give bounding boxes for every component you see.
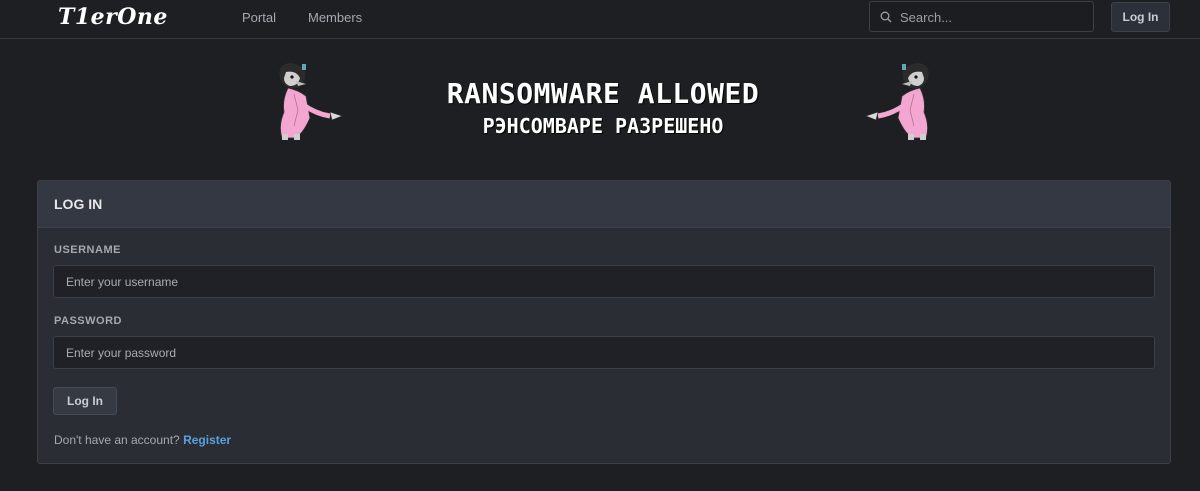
- username-field[interactable]: [53, 265, 1155, 298]
- search-box[interactable]: [869, 1, 1094, 33]
- register-prompt-row: Don't have an account? Register: [54, 433, 231, 447]
- login-panel-header: LOG IN: [38, 181, 1170, 228]
- header-login-button[interactable]: Log In: [1111, 2, 1170, 32]
- nav-link-portal[interactable]: Portal: [242, 10, 276, 25]
- register-prompt-text: Don't have an account?: [54, 433, 180, 447]
- password-label: PASSWORD: [54, 315, 122, 327]
- search-icon: [880, 11, 892, 23]
- login-panel-title: LOG IN: [54, 196, 103, 212]
- login-submit-button[interactable]: Log In: [53, 387, 117, 415]
- login-panel: LOG IN USERNAME PASSWORD Log In Don't ha…: [37, 180, 1171, 464]
- password-field[interactable]: [53, 336, 1155, 369]
- register-link[interactable]: Register: [183, 433, 231, 447]
- banner-subtitle: РЭНСОМВАРЕ РАЗРЕШЕНО: [482, 114, 724, 138]
- banner-title: RANSOMWARE ALLOWED: [446, 77, 760, 110]
- site-logo[interactable]: T1erOne: [58, 4, 168, 30]
- top-navbar: T1erOne Portal Members Log In: [0, 0, 1200, 39]
- nav-link-members[interactable]: Members: [308, 10, 362, 25]
- wolf-cartoon-icon: [279, 63, 343, 140]
- search-input[interactable]: [898, 2, 1092, 33]
- wolf-cartoon-icon: [865, 63, 929, 140]
- username-label: USERNAME: [54, 244, 121, 256]
